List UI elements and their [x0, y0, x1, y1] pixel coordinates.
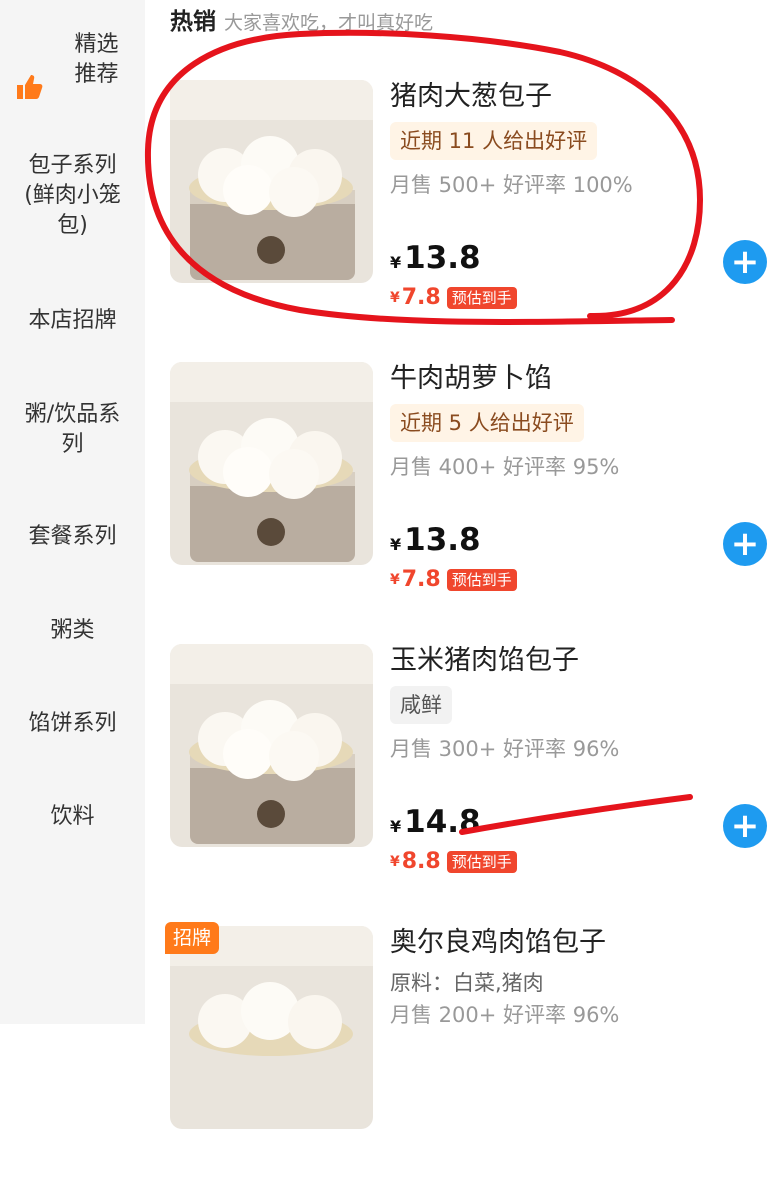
- product-image[interactable]: [170, 80, 373, 283]
- estimated-price: ¥ 8.8 预估到手: [390, 849, 517, 874]
- currency-symbol: ¥: [390, 253, 402, 272]
- sidebar-item-label: 本店招牌: [28, 308, 117, 333]
- product-image[interactable]: [170, 644, 373, 847]
- sales-stats: 月售 500+ 好评率 100%: [390, 173, 633, 197]
- currency-symbol: ¥: [390, 817, 402, 836]
- sidebar-item-label: 包子系列 (鲜肉小笼 包): [24, 153, 121, 238]
- currency-symbol: ¥: [390, 853, 400, 870]
- estimated-price-label: 预估到手: [446, 286, 517, 309]
- estimated-price-value: 7.8: [401, 567, 441, 592]
- price: ¥ 14.8: [390, 804, 481, 840]
- price-value: 13.8: [404, 522, 481, 558]
- price-value: 14.8: [404, 804, 481, 840]
- sidebar-item-pies[interactable]: 馅饼系列: [0, 707, 145, 741]
- sidebar-item-signature[interactable]: 本店招牌: [0, 304, 145, 338]
- sidebar-item-label: 套餐系列: [28, 524, 117, 549]
- price: ¥ 13.8: [390, 522, 481, 558]
- signature-badge: 招牌: [165, 922, 220, 954]
- estimated-price-value: 7.8: [401, 285, 441, 310]
- add-to-cart-button[interactable]: +: [723, 522, 767, 566]
- sidebar-item-beverages[interactable]: 饮料: [0, 800, 145, 834]
- estimated-price-label: 预估到手: [446, 568, 517, 591]
- price: ¥ 13.8: [390, 240, 481, 276]
- sidebar-item-label: 粥类: [50, 618, 95, 643]
- review-tag: 近期 5 人给出好评: [390, 404, 584, 442]
- add-to-cart-button[interactable]: +: [723, 804, 767, 848]
- section-title: 热销: [170, 9, 216, 35]
- estimated-price-value: 8.8: [401, 849, 441, 874]
- estimated-price: ¥ 7.8 预估到手: [390, 285, 517, 310]
- product-card[interactable]: 玉米猪肉馅包子 咸鲜 月售 300+ 好评率 96% ¥ 14.8 ¥ 8.8 …: [145, 644, 768, 904]
- product-name: 猪肉大葱包子: [390, 81, 552, 112]
- sidebar-item-label: 馅饼系列: [28, 711, 117, 736]
- flavor-tag: 咸鲜: [390, 686, 452, 724]
- add-to-cart-button[interactable]: +: [723, 240, 767, 284]
- currency-symbol: ¥: [390, 535, 402, 554]
- review-tag: 近期 11 人给出好评: [390, 122, 598, 160]
- category-sidebar: 精选 推荐 包子系列 (鲜肉小笼 包) 本店招牌 粥/饮品系 列 套餐系列 粥类…: [0, 0, 145, 1024]
- product-card[interactable]: 招牌 奥尔良鸡肉馅包子 原料：白菜,猪肉 月售 200+ 好评率 96%: [145, 922, 768, 1186]
- estimated-price: ¥ 7.8 预估到手: [390, 567, 517, 592]
- product-card[interactable]: 牛肉胡萝卜馅 近期 5 人给出好评 月售 400+ 好评率 95% ¥ 13.8…: [145, 362, 768, 622]
- sales-stats: 月售 200+ 好评率 96%: [390, 1003, 620, 1027]
- sidebar-item-porridge[interactable]: 粥类: [0, 614, 145, 648]
- product-image[interactable]: [170, 926, 373, 1129]
- sidebar-item-featured[interactable]: 精选 推荐: [0, 28, 145, 99]
- section-subtitle: 大家喜欢吃，才叫真好吃: [224, 12, 434, 34]
- sidebar-item-buns[interactable]: 包子系列 (鲜肉小笼 包): [0, 150, 145, 242]
- sidebar-item-set-meals[interactable]: 套餐系列: [0, 520, 145, 554]
- estimated-price-label: 预估到手: [446, 850, 517, 873]
- ingredients: 原料：白菜,猪肉: [390, 971, 544, 995]
- thumbs-up-icon: [17, 75, 43, 99]
- sales-stats: 月售 300+ 好评率 96%: [390, 737, 620, 761]
- product-list: 热销 大家喜欢吃，才叫真好吃 猪肉大葱包子 近期 11 人给出好评 月售 500…: [145, 0, 768, 1129]
- sales-stats: 月售 400+ 好评率 95%: [390, 455, 620, 479]
- product-name: 奥尔良鸡肉馅包子: [390, 927, 606, 958]
- price-value: 13.8: [404, 240, 481, 276]
- product-image[interactable]: [170, 362, 373, 565]
- product-card[interactable]: 猪肉大葱包子 近期 11 人给出好评 月售 500+ 好评率 100% ¥ 13…: [145, 80, 768, 340]
- sidebar-item-label: 粥/饮品系 列: [24, 402, 121, 457]
- currency-symbol: ¥: [390, 289, 400, 306]
- currency-symbol: ¥: [390, 571, 400, 588]
- product-name: 玉米猪肉馅包子: [390, 645, 579, 676]
- sidebar-item-label: 饮料: [50, 804, 95, 829]
- sidebar-item-porridge-drinks[interactable]: 粥/饮品系 列: [0, 398, 145, 462]
- product-name: 牛肉胡萝卜馅: [390, 363, 552, 394]
- sidebar-item-label: 精选 推荐: [74, 32, 119, 87]
- section-header: 热销 大家喜欢吃，才叫真好吃: [170, 2, 433, 36]
